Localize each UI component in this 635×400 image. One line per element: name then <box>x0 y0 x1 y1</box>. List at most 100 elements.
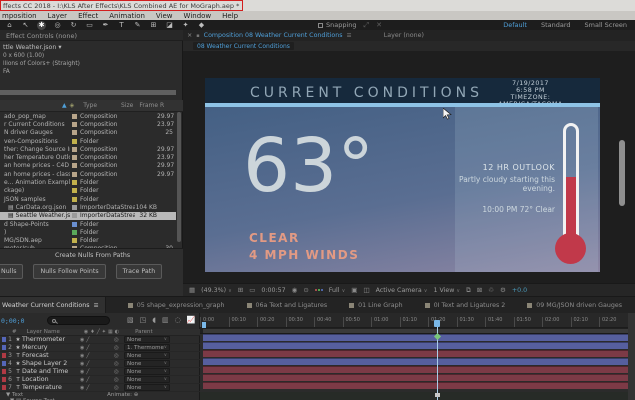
project-row[interactable]: ther: Change Source Instructions Composi… <box>0 145 176 153</box>
view-layout-dropdown[interactable]: 1 View ∨ <box>433 287 460 294</box>
layer-duration-bar[interactable] <box>203 334 635 341</box>
zoom-tool-icon[interactable]: ◎ <box>53 21 62 30</box>
project-row[interactable]: ven-Compositions Folder <box>0 137 176 145</box>
menu-item[interactable]: Layer <box>48 12 68 20</box>
layer-name[interactable]: Location <box>22 376 80 383</box>
animate-button[interactable]: Animate: ⊕ <box>107 392 138 398</box>
info-item-name[interactable]: ttle Weather.json ▾ <box>3 44 179 52</box>
mask-visibility-icon[interactable]: ▭ <box>249 286 255 294</box>
layer-name[interactable]: Temperature <box>22 384 80 391</box>
rectangle-tool-icon[interactable]: ▭ <box>85 21 94 30</box>
viewer-scrollbar[interactable] <box>619 140 625 206</box>
frame-blending-icon[interactable]: ▥ <box>162 316 169 324</box>
timeline-tab[interactable]: 06a Text and Ligatures <box>247 302 328 309</box>
layer-duration-bar[interactable] <box>203 366 635 373</box>
composition-viewer[interactable]: CURRENT CONDITIONS 7/19/2017 6:58 PM TIM… <box>183 51 635 283</box>
layer-duration-bar[interactable] <box>203 350 635 357</box>
parent-dropdown[interactable]: None ∨ <box>124 376 170 383</box>
composition-selector-dropdown[interactable]: 08 Weather Current Conditions <box>193 42 294 50</box>
parent-pickwhip-icon[interactable]: ◎ <box>114 345 124 351</box>
toolbar-extra-icon[interactable]: ✕ <box>376 21 382 29</box>
project-row[interactable]: ckage) Folder <box>0 187 176 195</box>
grid-guides-icon[interactable]: ⊞ <box>238 286 243 294</box>
parent-dropdown[interactable]: None ∨ <box>124 336 170 343</box>
playhead-handle[interactable] <box>434 320 440 327</box>
project-row[interactable]: ▤Seattle Weather.json ImporterDataStream… <box>0 212 176 220</box>
project-row[interactable]: d Shape-Points Folder <box>0 220 176 228</box>
parent-pickwhip-icon[interactable]: ◎ <box>114 377 124 383</box>
magnification-dropdown[interactable]: (49.3%) ∨ <box>201 287 232 294</box>
panel-close-icon[interactable]: × <box>187 32 192 39</box>
current-timecode[interactable]: 0;00;0 <box>1 317 24 325</box>
project-row[interactable]: an home prices - C4D Composition 29.97 <box>0 162 176 170</box>
menu-item[interactable]: Help <box>222 12 238 20</box>
timeline-tab-active[interactable]: Weather Current Conditions ≡ <box>0 297 106 314</box>
show-channels-icon[interactable] <box>315 289 323 291</box>
project-row[interactable]: ▤CarData.org.json ImporterDataStream 104… <box>0 203 176 211</box>
project-row[interactable]: e... Animation Examples 2_1 folder Folde… <box>0 178 176 186</box>
parent-dropdown[interactable]: 1. Thermomet ∨ <box>124 344 170 351</box>
layer-switches[interactable]: ◉╱ <box>80 337 114 343</box>
layer-name[interactable]: Date and Time <box>22 368 80 375</box>
source-text-keyframe[interactable] <box>435 393 440 397</box>
layer-duration-bar[interactable] <box>203 382 635 389</box>
layer-switches[interactable]: ◉╱ <box>80 385 114 391</box>
project-row[interactable]: JSON samples Folder <box>0 195 176 203</box>
snapping-checkbox-icon[interactable] <box>318 23 323 28</box>
timeline-search-input[interactable] <box>47 316 110 325</box>
workspace-small-screen[interactable]: Small Screen <box>585 21 627 29</box>
hand-tool-icon[interactable]: ✱ <box>37 21 46 30</box>
timeline-tab[interactable]: 09 MG/JSON driven Gauges <box>527 302 622 309</box>
workspace-standard[interactable]: Standard <box>541 21 571 29</box>
layer-row[interactable]: 2 ★ Mercury ◉╱ ◎ 1. Thermomet ∨ <box>0 344 200 352</box>
layer-switches[interactable]: ◉╱ <box>80 369 114 375</box>
parent-dropdown[interactable]: None ∨ <box>124 384 170 391</box>
snapping-toggle[interactable]: Snapping <box>318 21 357 29</box>
layer-duration-bar[interactable] <box>203 342 635 349</box>
snapshot-icon[interactable]: ◉ <box>292 286 298 294</box>
tab-layer[interactable]: Layer (none) <box>384 32 424 39</box>
graph-editor-icon[interactable]: 📈 <box>187 316 196 324</box>
current-time-display[interactable]: 0:00:57 <box>261 287 285 294</box>
layer-switches[interactable]: ◉╱ <box>80 377 114 383</box>
timeline-scrollbar[interactable] <box>628 313 635 400</box>
layer-row[interactable]: 6 T Location ◉╱ ◎ None ∨ <box>0 376 200 384</box>
project-row[interactable]: r Current Conditions Composition 23.97 <box>0 120 176 128</box>
column-type[interactable]: Type <box>83 102 97 109</box>
timeline-button-icon[interactable]: ♲ <box>488 286 494 294</box>
layer-row[interactable]: 7 T Temperature ◉╱ ◎ None ∨ <box>0 384 200 392</box>
parent-pickwhip-icon[interactable]: ◎ <box>114 337 124 343</box>
layer-row[interactable]: 5 T Date and Time ◉╱ ◎ None ∨ <box>0 368 200 376</box>
clone-stamp-tool-icon[interactable]: ⊞ <box>149 21 158 30</box>
layer-row[interactable]: 4 ★ Shape Layer 2 ◉╱ ◎ None ∨ <box>0 360 200 368</box>
comp-flowchart-icon[interactable]: ▧ <box>127 316 134 324</box>
pixel-aspect-correction-icon[interactable]: ⧉ <box>466 286 471 295</box>
layer-row[interactable]: 1 ★ Thermometer ◉╱ ◎ None ∨ <box>0 336 200 344</box>
column-size[interactable]: Size <box>121 102 133 109</box>
menu-item[interactable]: mposition <box>2 12 37 20</box>
parent-pickwhip-icon[interactable]: ◎ <box>114 361 124 367</box>
parent-pickwhip-icon[interactable]: ◎ <box>114 369 124 375</box>
timeline-tab[interactable]: 05 shape_expression_graph <box>128 302 225 309</box>
layer-switches[interactable]: ◉╱ <box>80 353 114 359</box>
layer-name[interactable]: Shape Layer 2 <box>22 360 80 367</box>
label-tag-icon[interactable]: ◈ <box>70 102 75 109</box>
3d-view-dropdown[interactable]: Active Camera ∨ <box>376 287 428 294</box>
shy-layers-icon[interactable]: ◖ <box>152 316 156 324</box>
trace-path-button[interactable]: Trace Path <box>116 264 163 279</box>
puppet-pin-tool-icon[interactable]: ◆ <box>197 21 206 30</box>
layer-duration-bar[interactable] <box>203 374 635 381</box>
selection-tool-icon[interactable]: ↖ <box>21 21 30 30</box>
project-row[interactable]: her Temperature Outlook Composition 23.9… <box>0 153 176 161</box>
parent-dropdown[interactable]: None ∨ <box>124 360 170 367</box>
layer-name[interactable]: Mercury <box>22 344 80 351</box>
column-number[interactable]: # <box>12 329 17 335</box>
workspace-default[interactable]: Default <box>503 21 527 29</box>
project-row[interactable]: ) Folder <box>0 228 176 236</box>
project-vertical-scrollbar[interactable] <box>177 112 181 242</box>
panel-menu-icon[interactable]: ≡ <box>347 32 352 39</box>
scale-around-center-icon[interactable]: ⤢ <box>364 21 370 30</box>
resolution-dropdown[interactable]: Full ∨ <box>329 287 345 294</box>
layer-name[interactable]: Thermometer <box>22 336 80 343</box>
project-row[interactable]: N driver Gauges Composition 25 <box>0 129 176 137</box>
